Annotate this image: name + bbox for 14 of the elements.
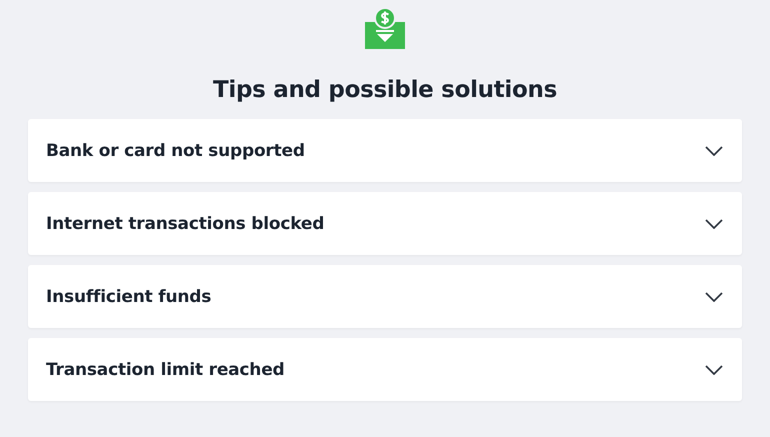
accordion-label: Internet transactions blocked — [46, 214, 324, 234]
accordion-item[interactable]: Insufficient funds — [28, 265, 742, 328]
chevron-down-icon — [705, 218, 723, 228]
accordion-label: Insufficient funds — [46, 286, 212, 306]
chevron-down-icon — [705, 146, 723, 156]
accordion-item[interactable]: Transaction limit reached — [28, 338, 742, 401]
accordion-item[interactable]: Internet transactions blocked — [28, 192, 742, 255]
accordion-label: Bank or card not supported — [46, 140, 305, 160]
accordion-label: Transaction limit reached — [46, 360, 285, 380]
chevron-down-icon — [705, 292, 723, 302]
money-deposit-icon — [364, 8, 406, 50]
section-title: Tips and possible solutions — [213, 76, 557, 105]
accordion-item[interactable]: Bank or card not supported — [28, 119, 742, 182]
chevron-down-icon — [705, 364, 723, 374]
